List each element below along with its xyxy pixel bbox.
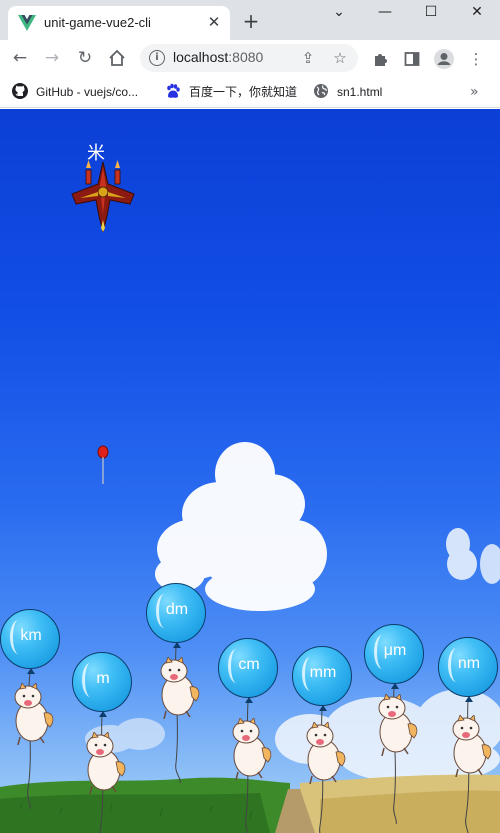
address-bar[interactable]: i localhost:8080 ⇪ ☆ [140,44,358,72]
fighter-plane-icon[interactable] [70,154,136,232]
close-window-button[interactable]: ✕ [454,0,500,26]
cat-hanging-icon [86,732,126,794]
star-icon[interactable]: ☆ [330,48,350,68]
github-icon [12,83,28,99]
cat-hanging-icon [452,715,492,777]
bookmark-label: sn1.html [337,85,383,99]
menu-kebab-icon[interactable]: ⋮ [465,48,487,70]
url-text[interactable]: localhost:8080 [173,49,263,65]
edge-cloud [480,544,500,584]
back-icon[interactable]: ← [8,46,32,70]
balloon-target[interactable]: m [70,652,134,833]
bookmark-label: 百度一下，你就知道 [189,85,298,99]
bookmarks-overflow-button[interactable]: » [470,82,479,102]
tab-search-button[interactable]: ⌄ [316,0,362,26]
extensions-icon[interactable] [369,48,391,70]
balloon-label: mm [309,664,337,681]
tab-title: unit-game-vue2-cli [44,15,151,30]
unit-balloon[interactable]: km [0,609,60,669]
game-canvas[interactable]: 米 km m dm cm mm μm nm [0,109,500,833]
balloon-target[interactable]: μm [362,624,426,824]
maximize-button[interactable]: ☐ [408,0,454,26]
unit-balloon[interactable]: m [72,652,132,712]
unit-balloon[interactable]: cm [218,638,278,698]
small-cloud [446,528,477,580]
share-icon[interactable]: ⇪ [298,48,318,68]
forward-icon[interactable]: → [40,46,64,70]
profile-avatar-icon[interactable] [433,48,455,70]
balloon-label: μm [383,642,407,659]
browser-tab[interactable]: unit-game-vue2-cli ✕ [8,6,230,40]
baidu-paw-icon [167,83,180,98]
cat-hanging-icon [232,718,272,780]
home-icon[interactable] [105,46,129,70]
vue-logo-icon [18,15,36,31]
new-tab-button[interactable]: + [240,10,262,32]
balloon-target[interactable]: km [0,609,62,809]
unit-balloon[interactable]: μm [364,624,424,684]
balloon-target[interactable]: mm [290,646,354,833]
bookmark-github[interactable]: GitHub - vuejs/co... [12,82,138,102]
cat-hanging-icon [306,722,346,784]
bookmarks-bar: GitHub - vuejs/co... 百度一下，你就知道 sn1.html … [0,76,500,108]
cat-hanging-icon [378,694,418,756]
globe-icon [314,84,328,98]
unit-balloon[interactable]: dm [146,583,206,643]
balloon-target[interactable]: nm [436,637,500,833]
side-panel-icon[interactable] [401,48,423,70]
browser-toolbar: ← → ↻ i localhost:8080 ⇪ ☆ ⋮ [0,40,500,76]
cat-hanging-icon [14,683,54,745]
browser-titlebar: unit-game-vue2-cli ✕ + ⌄ — ☐ ✕ [0,0,500,40]
balloon-target[interactable]: dm [144,583,208,783]
dart-projectile-icon [97,445,109,484]
bookmark-baidu[interactable]: 百度一下，你就知道 [165,82,297,102]
balloon-label: nm [457,655,481,672]
minimize-button[interactable]: — [362,0,408,26]
tab-close-button[interactable]: ✕ [206,13,222,31]
balloon-target[interactable]: cm [216,638,280,833]
balloon-label: km [20,627,42,644]
cat-hanging-icon [160,657,200,719]
balloon-label: m [96,670,110,687]
balloon-label: cm [238,656,260,673]
reload-icon[interactable]: ↻ [73,46,97,70]
site-info-icon[interactable]: i [149,50,165,66]
bookmark-sn1[interactable]: sn1.html [313,82,382,102]
balloon-label: dm [165,601,189,618]
bookmark-label: GitHub - vuejs/co... [36,85,139,99]
unit-balloon[interactable]: mm [292,646,352,706]
unit-balloon[interactable]: nm [438,637,498,697]
